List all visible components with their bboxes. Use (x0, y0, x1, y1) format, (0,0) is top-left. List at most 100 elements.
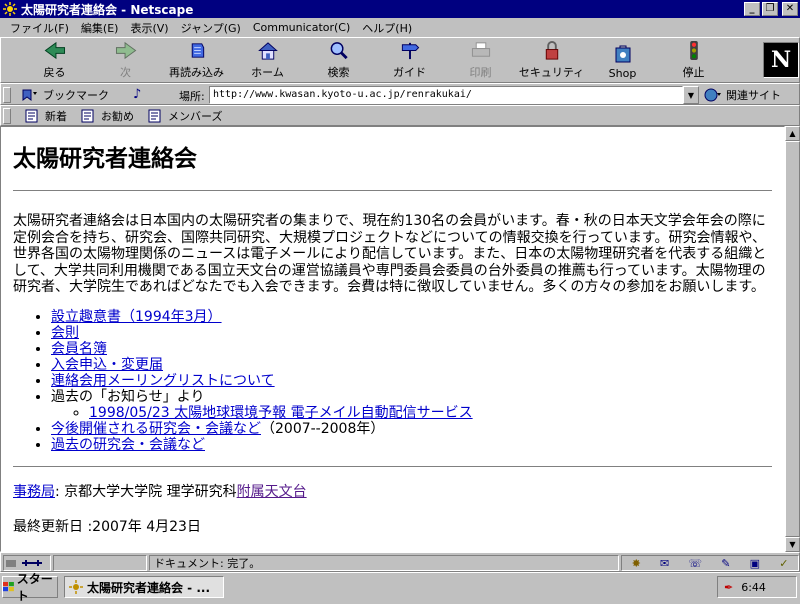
link-observatory[interactable]: 附属天文台 (237, 484, 307, 500)
toolbar-grip[interactable] (3, 87, 11, 103)
print-label: 印刷 (469, 66, 492, 79)
guide-label: ガイド (393, 66, 426, 79)
task-label: 太陽研究者連絡会 - ... (87, 580, 211, 595)
link-list: 設立趣意書（1994年3月） 会則 会員名簿 入会申込・変更届 連絡会用メーリン… (51, 309, 772, 453)
restore-button[interactable]: ❐ (762, 2, 778, 16)
netscape-logo[interactable]: N (763, 42, 799, 78)
forward-button[interactable]: 次 (90, 40, 161, 82)
link-notice-item[interactable]: 1998/05/23 太陽地球環境予報 電子メイル自動配信サービス (89, 405, 473, 421)
link-mailing-list[interactable]: 連絡会用メーリングリストについて (51, 373, 275, 389)
back-button[interactable]: 戻る (19, 40, 90, 82)
window-title: 太陽研究者連絡会 - Netscape (21, 2, 194, 17)
upcoming-note: （2007--2008年） (261, 420, 385, 437)
status-bar: ドキュメント: 完了。 ✸ ✉ ☏ ✎ ▣ ✓ (0, 552, 800, 572)
list-item: 入会申込・変更届 (51, 357, 772, 373)
personal-item-new[interactable]: 新着 (25, 108, 67, 124)
personal-toolbar: 新着 お勧め メンバーズ (0, 105, 800, 126)
related-sites-label: 関連サイト (726, 89, 781, 102)
personal-new-label: 新着 (45, 109, 67, 123)
office-text: : 京都大学大学院 理学研究科 (55, 483, 237, 500)
menu-edit[interactable]: 編集(E) (75, 20, 125, 36)
page-content: 太陽研究者連絡会 太陽研究者連絡会は日本国内の太陽研究者の集まりで、現在約130… (0, 126, 785, 552)
scroll-thumb[interactable] (785, 141, 800, 537)
toolbar-grip[interactable] (3, 107, 11, 124)
link-office[interactable]: 事務局 (13, 484, 55, 500)
netscape-task-icon (69, 580, 83, 594)
netscape-window-icon (2, 1, 18, 17)
menu-go[interactable]: ジャンプ(G) (175, 20, 247, 36)
search-button[interactable]: 検索 (303, 40, 374, 82)
link-prospectus[interactable]: 設立趣意書（1994年3月） (51, 309, 222, 325)
menu-help[interactable]: ヘルプ(H) (356, 20, 418, 36)
link-upcoming-meetings[interactable]: 今後開催される研究会・会議など (51, 421, 261, 437)
security-label: セキュリティ (518, 66, 585, 79)
navigator-icon[interactable]: ✸ (632, 557, 641, 570)
composer-icon[interactable]: ✎ (721, 557, 730, 570)
personal-members-label: メンバーズ (168, 109, 223, 123)
close-button[interactable]: ✕ (782, 2, 798, 16)
menu-communicator[interactable]: Communicator(C) (247, 21, 356, 34)
stop-traffic-light-icon (689, 40, 698, 61)
shop-button[interactable]: Shop (587, 40, 658, 82)
home-icon (257, 42, 278, 60)
list-item: 設立趣意書（1994年3月） (51, 309, 772, 325)
bookmarks-label: ブックマーク (43, 89, 109, 102)
print-button[interactable]: 印刷 (445, 40, 516, 82)
security-button[interactable]: セキュリティ (516, 40, 587, 82)
link-join[interactable]: 入会申込・変更届 (51, 357, 163, 373)
home-button[interactable]: ホーム (232, 40, 303, 82)
mail-icon[interactable]: ✉ (660, 557, 669, 570)
system-tray: ✒ 6:44 (717, 576, 797, 598)
shop-label: Shop (608, 67, 637, 80)
sub-list: 1998/05/23 太陽地球環境予報 電子メイル自動配信サービス (89, 405, 772, 421)
taskbar-task-netscape[interactable]: 太陽研究者連絡会 - ... (64, 576, 224, 598)
menu-view[interactable]: 表示(V) (124, 20, 174, 36)
divider (13, 190, 772, 192)
location-label: 場所: (179, 90, 205, 103)
security-icon[interactable]: ▣ (750, 557, 760, 570)
list-item: 今後開催される研究会・会議など（2007--2008年） (51, 421, 772, 437)
forward-label: 次 (120, 66, 131, 79)
check-icon[interactable]: ✓ (779, 557, 788, 570)
page-icon (25, 109, 38, 122)
ime-pen-icon[interactable]: ✒ (724, 581, 733, 594)
taskbar: スタート 太陽研究者連絡会 - ... ✒ 6:44 (0, 572, 800, 603)
navigation-toolbar: 戻る 次 再読み込み ホーム 検索 ガイド 印刷 セキュリティ Shop 停止 … (0, 37, 800, 83)
list-item: 1998/05/23 太陽地球環境予報 電子メイル自動配信サービス (89, 405, 772, 421)
reload-label: 再読み込み (169, 66, 224, 79)
guide-button[interactable]: ガイド (374, 40, 445, 82)
related-sites-button[interactable]: 関連サイト (703, 86, 781, 104)
page-proxy-icon[interactable]: ♪ (133, 87, 141, 102)
connection-icon (6, 560, 42, 567)
connection-indicator (3, 555, 51, 571)
scroll-down-button[interactable]: ▼ (785, 537, 800, 552)
personal-item-recommend[interactable]: お勧め (81, 108, 134, 124)
reload-button[interactable]: 再読み込み (161, 40, 232, 82)
list-item: 過去の「お知らせ」より 1998/05/23 太陽地球環境予報 電子メイル自動配… (51, 389, 772, 421)
link-past-meetings[interactable]: 過去の研究会・会議など (51, 437, 205, 453)
link-rules[interactable]: 会則 (51, 325, 79, 341)
minimize-button[interactable]: _ (744, 2, 760, 16)
progress-area (53, 555, 147, 571)
personal-item-members[interactable]: メンバーズ (148, 108, 222, 124)
divider (13, 465, 772, 468)
shop-bag-icon (615, 45, 630, 63)
location-toolbar: ブックマーク ♪ 場所: http://www.kwasan.kyoto-u.a… (0, 83, 800, 105)
stop-button[interactable]: 停止 (658, 40, 729, 82)
last-updated: 最終更新日 :2007年 4月23日 (13, 518, 201, 535)
windows-logo-icon (3, 581, 14, 592)
personal-recommend-label: お勧め (101, 109, 134, 123)
scroll-up-button[interactable]: ▲ (785, 126, 800, 141)
status-text: ドキュメント: 完了。 (149, 555, 619, 571)
vertical-scrollbar[interactable]: ▲ ▼ (785, 126, 800, 552)
list-item: 会則 (51, 325, 772, 341)
url-input[interactable]: http://www.kwasan.kyoto-u.ac.jp/renrakuk… (209, 86, 683, 104)
menu-file[interactable]: ファイル(F) (4, 20, 75, 36)
bookmarks-button[interactable]: ブックマーク (21, 86, 109, 104)
past-notices-label: 過去の「お知らせ」より (51, 388, 205, 405)
link-roster[interactable]: 会員名簿 (51, 341, 107, 357)
stop-label: 停止 (682, 66, 705, 79)
url-dropdown-button[interactable]: ▼ (683, 86, 699, 104)
start-button[interactable]: スタート (2, 572, 58, 603)
discussion-icon[interactable]: ☏ (688, 557, 702, 570)
